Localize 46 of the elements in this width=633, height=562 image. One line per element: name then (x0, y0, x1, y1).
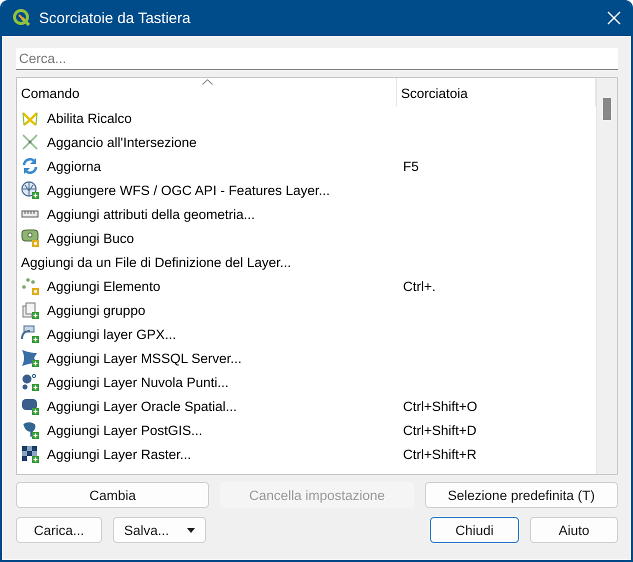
command-name: Aggiungi gruppo (47, 302, 146, 318)
window-title: Scorciatoie da Tastiera (39, 10, 192, 26)
button[interactable]: Selezione predefinita (T) (424, 482, 618, 508)
command-name: Aggiungi Layer Raster... (47, 446, 192, 462)
raster-icon (21, 445, 39, 463)
sort-caret-icon (202, 79, 213, 85)
column-header[interactable]: Comando (17, 78, 397, 106)
command-name: Aggiungi attributi della geometria... (47, 206, 255, 222)
point-cloud-icon (21, 373, 39, 391)
command-name: Aggancio all'Intersezione (47, 134, 197, 150)
search-field[interactable]: Cerca... (16, 48, 618, 70)
refresh-icon (21, 157, 39, 175)
command-name: Aggiungi layer GPX... (47, 326, 176, 342)
button[interactable]: Aiuto (530, 517, 618, 543)
mssql-icon (21, 349, 39, 367)
shortcut-text: Ctrl+. (403, 278, 436, 294)
command-name: Aggiungi Buco (47, 230, 134, 246)
command-name: Abilita Ricalco (47, 110, 132, 126)
app-logo-icon (12, 8, 32, 28)
caret-icon (187, 528, 196, 532)
close-icon[interactable] (607, 11, 621, 25)
globe-icon (21, 181, 39, 199)
button[interactable]: Cambia (16, 482, 210, 508)
button[interactable]: Chiudi (430, 517, 519, 543)
snap-trace-icon (21, 109, 39, 127)
shortcut-text: Ctrl+Shift+D (403, 422, 477, 438)
command-name: Aggiungere WFS / OGC API - Features Layer... (47, 182, 330, 198)
oracle-icon (21, 397, 39, 415)
points-icon (21, 277, 39, 295)
scrollbar[interactable] (596, 78, 617, 474)
command-name: Aggiungi Layer PostGIS... (47, 422, 202, 438)
command-name: Aggiungi Layer MSSQL Server... (47, 350, 242, 366)
shortcut-text: Ctrl+Shift+O (403, 398, 478, 414)
command-name: Aggiungi da un File di Definizione del Layer... (21, 254, 292, 270)
shortcut-text: Ctrl+Shift+R (403, 446, 477, 462)
command-name: Aggiungi Layer Oracle Spatial... (47, 398, 237, 414)
button[interactable]: Carica... (16, 517, 102, 543)
command-name: Aggiungi Layer Nuvola Punti... (47, 374, 229, 390)
shortcut-text: F5 (403, 158, 419, 174)
command-name: Aggiorna (47, 158, 102, 174)
intersection-icon (21, 133, 39, 151)
polygon-hole-icon (21, 229, 39, 247)
command-name: Aggiungi Elemento (47, 278, 160, 294)
button[interactable]: Salva... (113, 517, 206, 543)
layer-group-icon (21, 301, 39, 319)
gpx-layer-icon (21, 325, 39, 343)
